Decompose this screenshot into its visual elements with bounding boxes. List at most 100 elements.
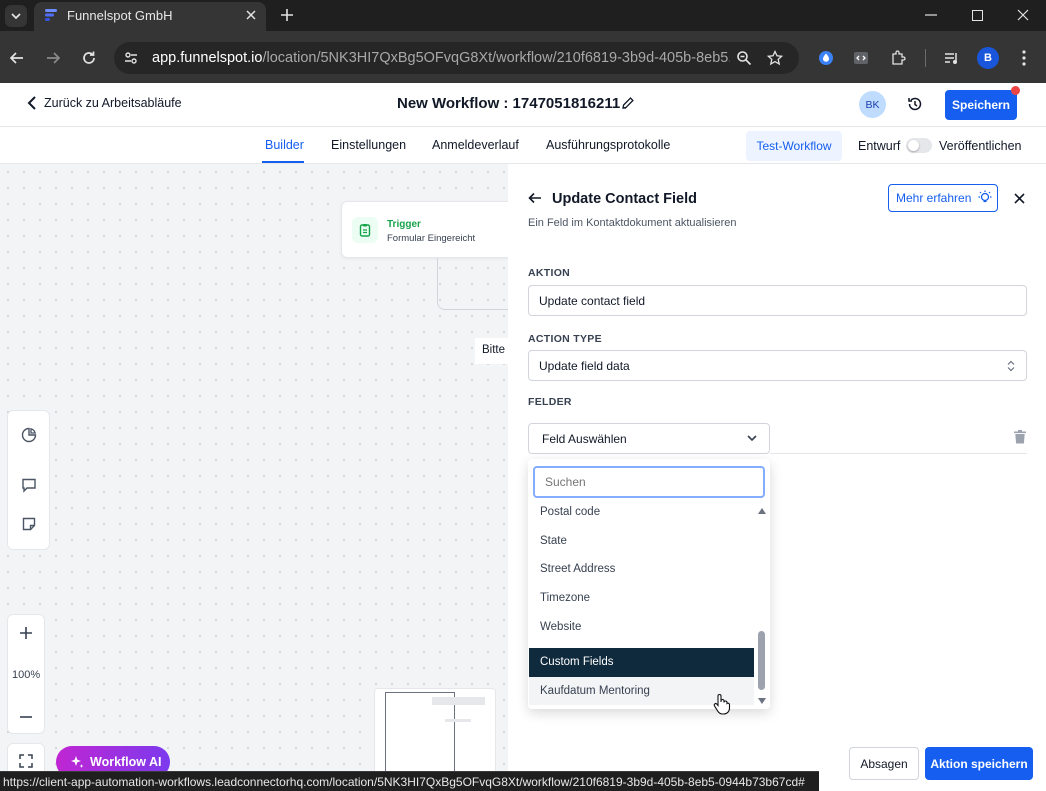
action-type-select[interactable]: Update field data	[528, 350, 1027, 381]
option-timezone[interactable]: Timezone	[540, 592, 590, 604]
window-close-icon[interactable]	[1014, 6, 1032, 24]
option-state[interactable]: State	[540, 535, 567, 547]
minus-icon	[20, 716, 32, 718]
trigger-icon-box	[352, 217, 378, 243]
zoom-out-button[interactable]	[12, 706, 40, 728]
expand-icon	[19, 754, 33, 768]
publish-toggle[interactable]	[906, 138, 932, 153]
user-avatar[interactable]: BK	[859, 91, 886, 118]
select-arrows-icon	[1007, 360, 1015, 372]
extensions-puzzle-icon[interactable]	[889, 49, 907, 67]
chevron-down-icon	[747, 435, 757, 442]
option-street-address[interactable]: Street Address	[540, 563, 615, 575]
trigger-node[interactable]: Trigger Formular Eingereicht	[341, 201, 531, 258]
forward-arrow-icon[interactable]	[44, 49, 62, 67]
test-workflow-label: Test-Workflow	[756, 139, 832, 153]
tab-logs-label: Ausführungsprotokolle	[546, 138, 671, 152]
tab-execution-logs[interactable]: Ausführungsprotokolle	[546, 138, 670, 152]
zoom-icon[interactable]	[735, 49, 753, 67]
tab-close-icon[interactable]	[243, 7, 259, 23]
learn-more-label: Mehr erfahren	[896, 191, 972, 205]
url-domain: app.funnelspot.io	[152, 50, 263, 66]
profile-initial: B	[984, 52, 992, 64]
edit-pencil-icon[interactable]	[620, 95, 636, 111]
toolbar-divider	[925, 49, 926, 67]
back-arrow-icon[interactable]	[8, 49, 26, 67]
hand-cursor-icon	[713, 693, 731, 715]
minimap-node-small	[445, 719, 471, 722]
zoom-in-button[interactable]	[12, 622, 40, 644]
bookmark-star-icon[interactable]	[766, 49, 784, 67]
action-name-input[interactable]: Update contact field	[528, 285, 1027, 316]
chevron-left-icon	[27, 96, 36, 110]
action-type-value: Update field data	[539, 358, 630, 373]
trigger-subtitle: Formular Eingereicht	[387, 233, 476, 244]
comment-icon[interactable]	[19, 475, 39, 495]
tab-settings[interactable]: Einstellungen	[331, 138, 406, 152]
url-path: /location/5NK3HI7QxBg5OFvqG8Xt/workflow/…	[262, 50, 730, 66]
scroll-up-arrow-icon	[758, 508, 766, 514]
browser-menu-icon[interactable]	[1015, 49, 1033, 67]
option-website[interactable]: Website	[540, 621, 581, 633]
tab-settings-label: Einstellungen	[331, 138, 407, 152]
sparkle-icon	[71, 756, 84, 768]
action-name-value: Update contact field	[539, 293, 646, 308]
scrollbar-thumb[interactable]	[758, 631, 765, 690]
field-select-dropdown[interactable]: Feld Auswählen	[528, 423, 770, 454]
save-action-button[interactable]: Aktion speichern	[925, 747, 1033, 780]
partial-text: Bitte	[482, 344, 506, 356]
tab-enrollment-label: Anmeldeverlauf	[432, 138, 519, 152]
panel-close-icon[interactable]	[1011, 190, 1027, 206]
action-type-label: ACTION TYPE	[528, 333, 602, 345]
tab-builder[interactable]: Builder	[265, 138, 304, 152]
sticky-note-icon[interactable]	[19, 514, 39, 534]
delete-field-icon[interactable]	[1012, 429, 1028, 445]
tab-active-underline	[262, 161, 304, 163]
reload-icon[interactable]	[80, 49, 98, 67]
test-workflow-button[interactable]: Test-Workflow	[746, 131, 842, 161]
site-settings-icon[interactable]	[122, 49, 140, 67]
learn-more-button[interactable]: Mehr erfahren	[888, 184, 998, 212]
tab-enrollment-history[interactable]: Anmeldeverlauf	[432, 138, 519, 152]
panel-back-arrow-icon[interactable]	[527, 190, 543, 206]
save-workflow-button[interactable]: Speichern	[945, 90, 1017, 120]
field-row-divider	[770, 453, 1027, 454]
plus-icon	[20, 627, 32, 639]
panel-title: Update Contact Field	[552, 191, 698, 207]
analytics-pie-icon[interactable]	[19, 425, 39, 445]
status-url: https://client-app-automation-workflows.…	[3, 775, 805, 789]
back-label: Zurück zu Arbeitsabläufe	[44, 96, 182, 110]
option-kaufdatum-mentoring[interactable]: Kaufdatum Mentoring	[540, 685, 650, 697]
group-header-label: Custom Fields	[540, 656, 614, 668]
browser-status-bar: https://client-app-automation-workflows.…	[0, 771, 819, 791]
lightbulb-icon	[978, 190, 992, 203]
workflow-ai-label: Workflow AI	[90, 755, 162, 769]
cancel-button[interactable]: Absagen	[849, 747, 919, 780]
tab-builder-label: Builder	[265, 138, 304, 152]
trigger-title: Trigger	[387, 219, 421, 230]
funnelspot-logo-icon	[44, 8, 58, 22]
field-select-value: Feld Auswählen	[542, 431, 627, 446]
publish-label: Veröffentlichen	[939, 139, 1022, 153]
field-search-input[interactable]	[533, 466, 765, 498]
new-tab-plus-icon[interactable]	[278, 6, 296, 24]
profile-avatar[interactable]: B	[977, 47, 999, 69]
zoom-level: 100%	[12, 669, 41, 681]
history-icon[interactable]	[906, 95, 924, 113]
extension-drop-icon[interactable]	[817, 49, 835, 67]
tab-search-button[interactable]	[5, 5, 27, 27]
window-minimize-icon[interactable]	[922, 6, 940, 24]
extension-code-icon[interactable]	[852, 49, 870, 67]
panel-subtitle: Ein Feld im Kontaktdokument aktualisiere…	[528, 217, 737, 229]
draft-label: Entwurf	[858, 139, 901, 153]
back-to-workflows-link[interactable]: Zurück zu Arbeitsabläufe	[27, 96, 182, 110]
media-queue-icon[interactable]	[943, 49, 961, 67]
fields-label: FELDER	[528, 396, 572, 408]
toggle-knob	[908, 140, 919, 151]
window-maximize-icon[interactable]	[968, 6, 986, 24]
option-postal-code[interactable]: Postal code	[540, 506, 600, 518]
menu-scrollbar[interactable]	[756, 505, 768, 707]
url-text: app.funnelspot.io/location/5NK3HI7QxBg5O…	[152, 50, 730, 66]
notification-dot	[1011, 86, 1020, 95]
save-label: Speichern	[951, 98, 1011, 112]
